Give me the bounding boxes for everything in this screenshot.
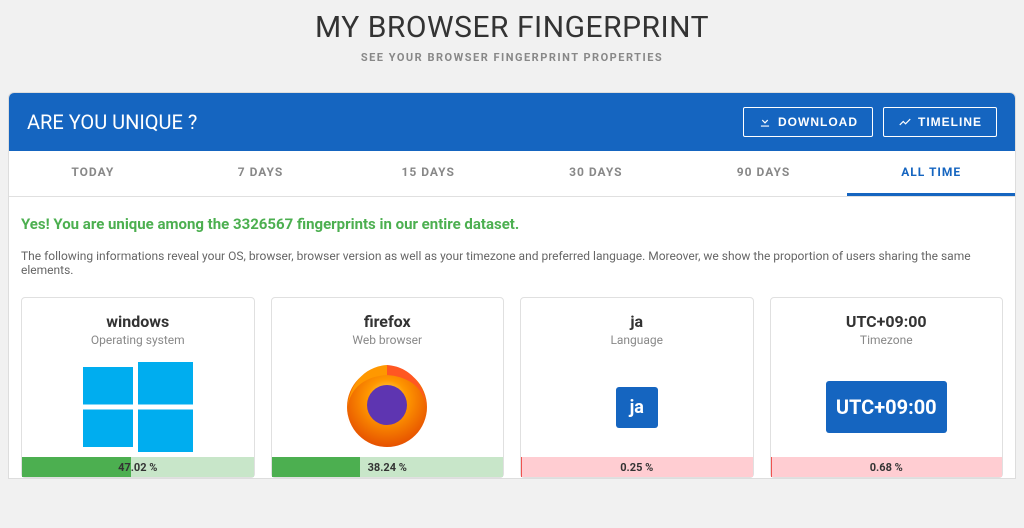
panel-title: ARE YOU UNIQUE ?: [27, 110, 197, 134]
unique-message: Yes! You are unique among the 3326567 fi…: [21, 215, 1003, 233]
card-browser-meter: 38.24 %: [272, 457, 504, 477]
download-icon: [758, 115, 772, 129]
tab-7days[interactable]: 7 DAYS: [177, 151, 345, 196]
card-timezone-title: UTC+09:00: [846, 312, 927, 331]
card-browser-subtitle: Web browser: [352, 333, 422, 347]
card-language-meter: 0.25 %: [521, 457, 753, 477]
tab-alltime[interactable]: ALL TIME: [847, 151, 1015, 196]
card-browser: firefox Web browser: [271, 297, 505, 478]
page-title: MY BROWSER FINGERPRINT: [0, 10, 1024, 45]
download-button[interactable]: DOWNLOAD: [743, 107, 873, 137]
timeline-icon: [898, 115, 912, 129]
card-os: windows Operating system 47.02 %: [21, 297, 255, 478]
card-language: ja Language ja 0.25 %: [520, 297, 754, 478]
card-timezone-meter: 0.68 %: [771, 457, 1003, 477]
tab-30days[interactable]: 30 DAYS: [512, 151, 680, 196]
unique-panel: ARE YOU UNIQUE ? DOWNLOAD TIMELINE TODAY…: [8, 92, 1016, 479]
tab-90days[interactable]: 90 DAYS: [680, 151, 848, 196]
card-os-subtitle: Operating system: [91, 333, 185, 347]
card-os-title: windows: [106, 312, 169, 331]
card-browser-title: firefox: [364, 312, 411, 331]
card-language-pct: 0.25 %: [521, 457, 753, 477]
language-badge: ja: [616, 387, 658, 428]
tab-today[interactable]: TODAY: [9, 151, 177, 196]
tabs: TODAY 7 DAYS 15 DAYS 30 DAYS 90 DAYS ALL…: [9, 151, 1015, 197]
card-os-meter: 47.02 %: [22, 457, 254, 477]
windows-icon: [83, 357, 193, 457]
timezone-badge: UTC+09:00: [826, 381, 947, 433]
tab-15days[interactable]: 15 DAYS: [344, 151, 512, 196]
page-subtitle: SEE YOUR BROWSER FINGERPRINT PROPERTIES: [0, 51, 1024, 64]
card-os-pct: 47.02 %: [22, 457, 254, 477]
card-browser-pct: 38.24 %: [272, 457, 504, 477]
card-language-subtitle: Language: [610, 333, 663, 347]
timeline-button[interactable]: TIMELINE: [883, 107, 997, 137]
description: The following informations reveal your O…: [21, 249, 1003, 277]
card-language-title: ja: [630, 312, 643, 331]
card-timezone-pct: 0.68 %: [771, 457, 1003, 477]
card-timezone-subtitle: Timezone: [860, 333, 913, 347]
firefox-icon: [337, 357, 437, 457]
card-timezone: UTC+09:00 Timezone UTC+09:00 0.68 %: [770, 297, 1004, 478]
